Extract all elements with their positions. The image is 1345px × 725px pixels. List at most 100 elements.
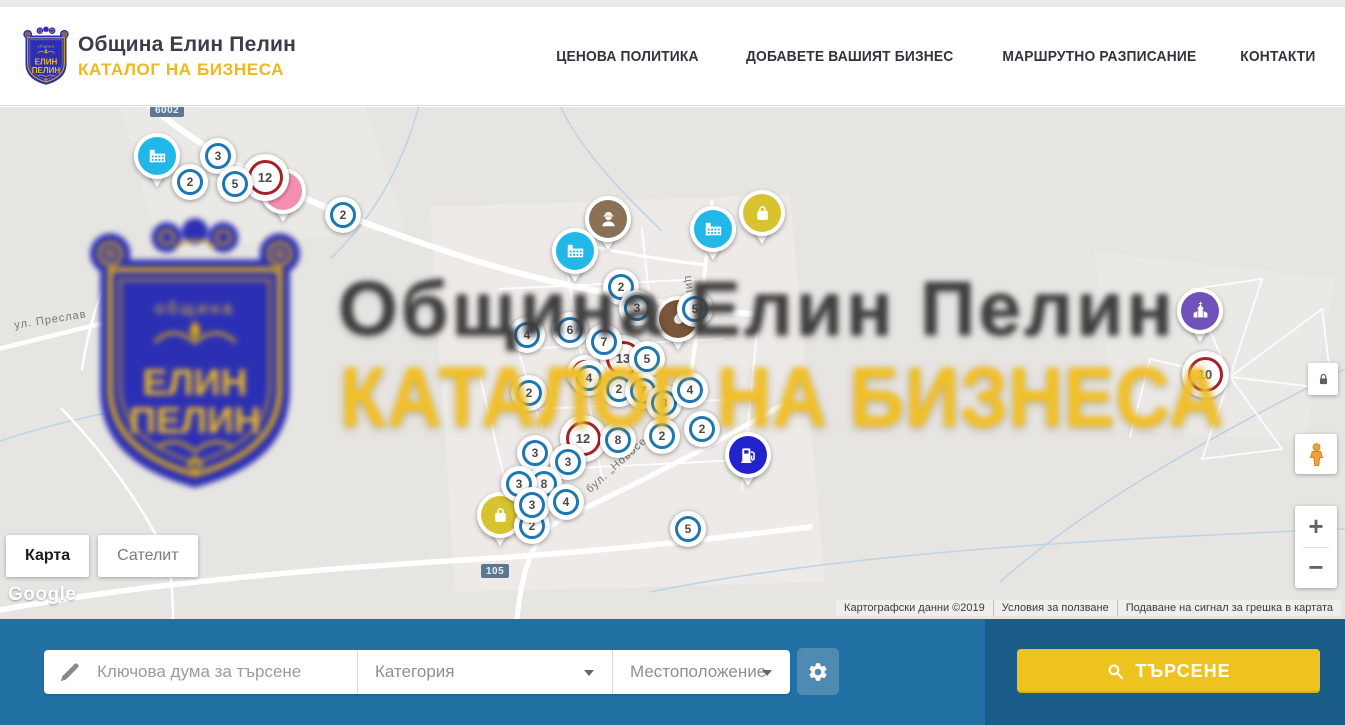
map-pin-factory[interactable] [690,206,736,266]
cluster-count: 2 [516,380,542,406]
nav-route-schedule[interactable]: МАРШРУТНО РАЗПИСАНИЕ [1003,48,1197,65]
map-pin-factory[interactable] [552,228,598,288]
site-header: община ЕЛИН ПЕЛИН Община Елин Пелин КАТА… [0,7,1345,106]
top-strip [0,0,1345,7]
map-type-satellite-button[interactable]: Сателит [98,535,197,577]
page: община ЕЛИН ПЕЛИН Община Елин Пелин КАТА… [0,0,1345,725]
map-type-switcher: Карта Сателит [6,535,198,577]
attribution-terms-link[interactable]: Условия за ползване [993,600,1117,616]
search-bar: Категория Местоположение ТЪРСЕНЕ [0,619,1345,725]
cluster-count: 3 [522,440,548,466]
category-dropdown[interactable]: Категория [357,650,612,694]
map-cluster-marker[interactable]: 5 [670,511,706,547]
category-dropdown-label: Категория [375,662,454,682]
map-cluster-marker[interactable]: 2 [325,197,361,233]
map-cluster-marker[interactable]: 3 [619,290,655,326]
site-subtitle: КАТАЛОГ НА БИЗНЕСА [78,60,296,80]
search-icon [1106,662,1125,681]
nav-add-your-business[interactable]: ДОБАВЕТЕ ВАШИЯТ БИЗНЕС [746,48,953,65]
map-cluster-marker[interactable]: 2 [511,375,547,411]
road-badge-6002: 6002 [150,107,184,117]
search-button-label: ТЪРСЕНЕ [1135,661,1230,682]
map-cluster-marker[interactable]: 2 [684,411,720,447]
location-dropdown[interactable]: Местоположение [612,650,790,694]
factory-icon [694,210,732,248]
cluster-count: 8 [605,427,631,453]
chevron-down-icon [584,670,594,676]
cluster-count: 2 [689,416,715,442]
map-cluster-marker[interactable]: 7 [586,324,622,360]
attribution-copyright: Картографски данни ©2019 [836,600,993,616]
cluster-count: 4 [553,489,579,515]
cluster-count: 4 [677,377,703,403]
cluster-count: 7 [591,329,617,355]
cluster-count: 5 [222,171,248,197]
search-button[interactable]: ТЪРСЕНЕ [1017,649,1320,693]
cluster-count: 2 [177,169,203,195]
chevron-down-icon [762,670,772,676]
attribution-report-error-link[interactable]: Подаване на сигнал за грешка в картата [1117,600,1341,616]
advanced-settings-button[interactable] [797,648,839,695]
map-pin-shopping[interactable] [739,190,785,250]
shopping-icon [743,194,781,232]
fuel-icon [729,436,767,474]
svg-text:ЕЛИН: ЕЛИН [35,58,58,67]
cluster-count: 3 [519,492,545,518]
map-cluster-marker[interactable]: 3 [514,487,550,523]
cluster-count: 3 [555,449,581,475]
pegman-icon [1303,441,1330,468]
map-pin-fuel[interactable] [725,432,771,492]
svg-text:община: община [37,44,55,48]
cluster-count: 2 [330,202,356,228]
factory-icon [556,232,594,270]
keyword-search-input[interactable] [97,662,349,682]
site-brand[interactable]: община ЕЛИН ПЕЛИН Община Елин Пелин КАТА… [22,19,296,93]
cluster-count: 5 [682,296,708,322]
map-cluster-marker[interactable]: 6 [552,312,588,348]
map-cluster-marker[interactable]: 5 [677,291,713,327]
map-cluster-marker[interactable]: 2 [644,418,680,454]
map-cluster-marker[interactable]: 2 [172,164,208,200]
nav-pricing-policy[interactable]: ЦЕНОВА ПОЛИТИКА [556,48,698,65]
keyword-section [44,650,357,694]
cluster-count: 4 [576,365,602,391]
cluster-count: 10 [1188,357,1223,392]
map-cluster-marker[interactable]: 5 [629,341,665,377]
zoom-control: + − [1295,506,1337,588]
map-lock-control[interactable] [1308,363,1338,395]
church-icon [1181,292,1219,330]
municipality-emblem-logo: община ЕЛИН ПЕЛИН [22,19,70,93]
cluster-count: 3 [205,143,231,169]
cluster-count: 3 [624,295,650,321]
svg-text:ПЕЛИН: ПЕЛИН [32,66,61,75]
factory-icon [138,137,176,175]
lock-icon [1315,371,1332,388]
map-pin-church[interactable] [1177,288,1223,348]
cluster-count: 2 [649,423,675,449]
map-cluster-marker[interactable]: 8 [600,422,636,458]
cluster-count: 6 [557,317,583,343]
zoom-out-button[interactable]: − [1295,547,1337,588]
map-cluster-marker[interactable]: 4 [548,484,584,520]
cluster-count: 12 [248,160,283,195]
map-attribution: Картографски данни ©2019 Условия за полз… [836,600,1341,616]
cluster-count: 4 [514,322,540,348]
map-cluster-marker[interactable]: 4 [672,372,708,408]
road-badge-105: 105 [481,564,509,578]
location-dropdown-label: Местоположение [630,662,766,682]
map-cluster-marker[interactable]: 5 [217,166,253,202]
map-cluster-marker[interactable]: 10 [1182,351,1229,398]
google-logo[interactable]: Google [8,584,76,606]
google-map[interactable]: 6002 105 ул. Преслав бул. „Новосел ции“ … [0,107,1345,619]
map-type-map-button[interactable]: Карта [6,535,89,577]
cluster-count: 5 [675,516,701,542]
gear-icon [807,661,829,683]
cluster-count: 5 [634,346,660,372]
street-view-pegman[interactable] [1295,434,1337,474]
map-cluster-marker[interactable]: 4 [509,317,545,353]
site-title: Община Елин Пелин [78,33,296,57]
zoom-in-button[interactable]: + [1295,506,1337,547]
brand-text: Община Елин Пелин КАТАЛОГ НА БИЗНЕСА [78,33,296,80]
search-form: Категория Местоположение [44,650,790,694]
nav-contacts[interactable]: КОНТАКТИ [1240,48,1315,65]
